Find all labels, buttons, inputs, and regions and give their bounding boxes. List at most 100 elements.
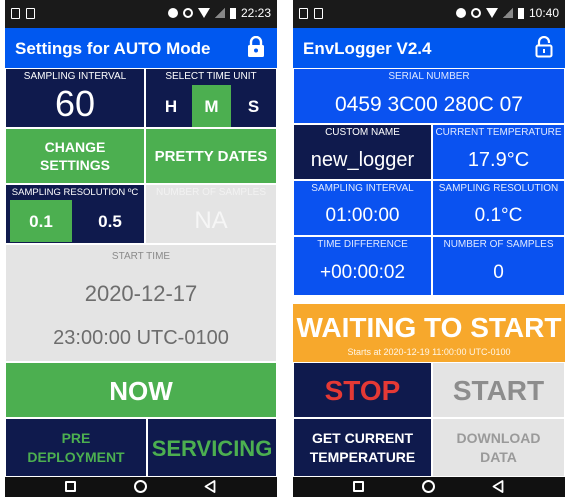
start-time-time: 23:00:00 UTC-0100 (53, 327, 229, 349)
get-temp-line2: TEMPERATURE (309, 449, 416, 465)
logger-status-screen: 10:40 EnvLogger V2.4 SERIAL NUMBER 0459 … (293, 0, 565, 497)
sampling-interval-value: 01:00:00 (325, 205, 400, 226)
time-unit-h-button[interactable]: H (153, 85, 189, 127)
nav-home-icon[interactable] (422, 480, 435, 493)
start-time-date: 2020-12-17 (84, 281, 198, 306)
resolution-0.1-label: 0.1 (29, 212, 53, 231)
pre-deployment-line1: PRE (61, 430, 91, 446)
resolution-0.5-label: 0.5 (98, 212, 122, 231)
signal-icon (214, 8, 225, 18)
app-bar: Settings for AUTO Mode (5, 28, 277, 68)
wifi-icon (197, 8, 210, 18)
waiting-to-start-banner: WAITING TO START Starts at 2020-12-19 11… (293, 304, 565, 362)
current-temperature-field: CURRENT TEMPERATURE 17.9°C (432, 124, 565, 180)
status-time: 22:23 (240, 6, 271, 20)
nav-back-icon[interactable] (492, 480, 504, 493)
current-temperature-label: CURRENT TEMPERATURE (435, 127, 562, 138)
waiting-subtitle: Starts at 2020-12-19 11:00:00 UTC-0100 (347, 347, 511, 357)
stop-button[interactable]: STOP (293, 362, 432, 418)
location-icon (455, 8, 466, 18)
app-title: EnvLogger V2.4 (303, 39, 432, 58)
resolution-0.5-button[interactable]: 0.5 (79, 200, 141, 242)
nav-home-icon[interactable] (134, 480, 147, 493)
settings-screen: 22:23 Settings for AUTO Mode SAMPLING IN… (5, 0, 277, 497)
custom-name-label: CUSTOM NAME (325, 127, 400, 138)
download-line1: DOWNLOAD (456, 430, 541, 446)
battery-icon (517, 7, 524, 19)
number-of-samples-field: NUMBER OF SAMPLES 0 (432, 236, 565, 296)
time-unit-h-label: H (164, 97, 178, 116)
lock-icon[interactable] (247, 36, 265, 58)
number-of-samples-label: NUMBER OF SAMPLES (443, 239, 554, 250)
system-icons: 10:40 (455, 6, 559, 20)
serial-number-field: SERIAL NUMBER 0459 3C00 280C 07 (293, 68, 565, 124)
notification-icon (299, 8, 308, 19)
notification-icon (314, 8, 323, 19)
nav-back-icon[interactable] (204, 480, 216, 493)
spacer (293, 296, 565, 304)
time-difference-value: +00:00:02 (319, 262, 406, 283)
system-icons: 22:23 (167, 6, 271, 20)
sampling-interval-label: SAMPLING INTERVAL (311, 183, 414, 194)
start-label: START (452, 375, 545, 406)
wifi-icon (485, 8, 498, 18)
sampling-interval-label: SAMPLING INTERVAL (23, 71, 127, 82)
unlock-icon[interactable] (535, 36, 553, 58)
resolution-0.1-button[interactable]: 0.1 (10, 200, 72, 242)
change-settings-line2: SETTINGS (39, 157, 110, 173)
pre-deployment-button[interactable]: PRE DEPLOYMENT (5, 418, 147, 477)
time-difference-label: TIME DIFFERENCE (317, 239, 408, 250)
sampling-resolution-field: SAMPLING RESOLUTION 0.1°C (432, 180, 565, 236)
status-bar: 22:23 (5, 0, 277, 28)
stop-label: STOP (324, 375, 401, 406)
pretty-dates-button[interactable]: PRETTY DATES (145, 128, 277, 184)
battery-icon (229, 7, 236, 19)
now-label: NOW (109, 376, 173, 406)
nav-recents-icon[interactable] (353, 481, 364, 492)
notification-icon (11, 8, 20, 19)
servicing-label: SERVICING (151, 436, 273, 461)
download-line2: DATA (480, 449, 517, 465)
pretty-dates-label: PRETTY DATES (154, 148, 268, 165)
app-bar: EnvLogger V2.4 (293, 28, 565, 68)
number-of-samples-value: 0 (493, 262, 504, 283)
system-nav-bar (293, 477, 565, 497)
nav-recents-icon[interactable] (65, 481, 76, 492)
servicing-button[interactable]: SERVICING (147, 418, 277, 477)
waiting-title: WAITING TO START (296, 312, 562, 343)
sampling-interval-value: 60 (54, 83, 96, 124)
status-bar: 10:40 (293, 0, 565, 28)
time-unit-s-label: S (247, 97, 260, 116)
time-unit-m-label: M (204, 97, 219, 116)
now-button[interactable]: NOW (5, 362, 277, 418)
sampling-interval-field: SAMPLING INTERVAL 01:00:00 (293, 180, 432, 236)
sampling-resolution-label: SAMPLING RESOLUTION (438, 183, 559, 194)
disabled-samples-value: NA (194, 207, 228, 234)
pre-deployment-line2: DEPLOYMENT (27, 449, 125, 465)
start-button[interactable]: START (432, 362, 565, 418)
status-time: 10:40 (528, 6, 559, 20)
custom-name-field[interactable]: CUSTOM NAME new_logger (293, 124, 432, 180)
start-time-label: START TIME (111, 251, 171, 262)
time-unit-label: SELECT TIME UNIT (165, 71, 257, 82)
time-unit-s-button[interactable]: S (234, 85, 273, 127)
sampling-interval-field[interactable]: SAMPLING INTERVAL 60 (5, 68, 145, 128)
dnd-icon (470, 8, 481, 18)
disabled-samples-field: NUMBER OF SAMPLES NA (145, 184, 277, 244)
get-current-temperature-button[interactable]: GET CURRENT TEMPERATURE (293, 418, 432, 477)
app-title: Settings for AUTO Mode (15, 39, 211, 58)
time-unit-m-button[interactable]: M (192, 85, 231, 127)
current-temperature-value: 17.9°C (467, 149, 530, 171)
serial-number-label: SERIAL NUMBER (388, 71, 470, 82)
change-settings-line1: CHANGE (44, 139, 106, 155)
dnd-icon (182, 8, 193, 18)
download-data-button[interactable]: DOWNLOAD DATA (432, 418, 565, 477)
signal-icon (502, 8, 513, 18)
system-nav-bar (5, 477, 277, 497)
start-time-field[interactable]: START TIME 2020-12-17 23:00:00 UTC-0100 (5, 244, 277, 362)
custom-name-value: new_logger (310, 149, 415, 171)
change-settings-button[interactable]: CHANGE SETTINGS (5, 128, 145, 184)
sampling-resolution-value: 0.1°C (474, 205, 523, 226)
notification-icon (26, 8, 35, 19)
location-icon (167, 8, 178, 18)
